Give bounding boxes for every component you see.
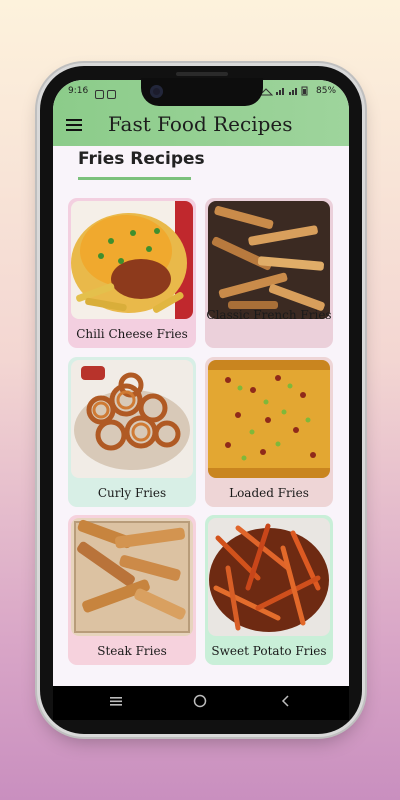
signal-icon [258,86,308,96]
recipe-card-curly-fries[interactable]: Curly Fries [68,357,196,507]
recents-icon[interactable] [109,694,123,708]
recipe-card-classic-french-fries[interactable]: Classic French Fries [205,198,333,348]
recipe-card-loaded-fries[interactable]: Loaded Fries [205,357,333,507]
classic-french-fries-image [208,201,330,319]
recipe-label: Sweet Potato Fries [211,644,327,658]
recipe-card-chili-cheese-fries[interactable]: Chili Cheese Fries [68,198,196,348]
back-icon[interactable] [279,694,293,708]
app-title: Fast Food Recipes [108,112,293,136]
signal-wifi-icons [258,86,312,98]
steak-fries-image [71,518,193,636]
section-title: Fries Recipes [78,149,205,169]
speaker [176,72,228,76]
battery-level: 85% [316,86,337,96]
recipe-label: Chili Cheese Fries [76,327,188,341]
recipe-card-sweet-potato-fries[interactable]: Sweet Potato Fries [205,515,333,665]
notification-icon [95,90,104,99]
home-icon[interactable] [193,694,207,708]
notification-icons [95,84,119,103]
loaded-fries-image [208,360,330,478]
curly-fries-image [71,360,193,478]
sweet-potato-fries-image [208,518,330,636]
recipe-label: Loaded Fries [229,486,309,500]
chili-cheese-fries-image [71,201,193,319]
hamburger-menu-icon[interactable] [66,119,82,131]
front-camera [150,85,163,98]
recipe-label: Classic French Fries [206,308,332,322]
recipe-label: Steak Fries [97,644,167,658]
section-underline [78,177,191,180]
recipe-label: Curly Fries [97,486,167,500]
status-time: 9:16 [68,86,89,96]
notification-icon [107,90,116,99]
recipe-card-steak-fries[interactable]: Steak Fries [68,515,196,665]
